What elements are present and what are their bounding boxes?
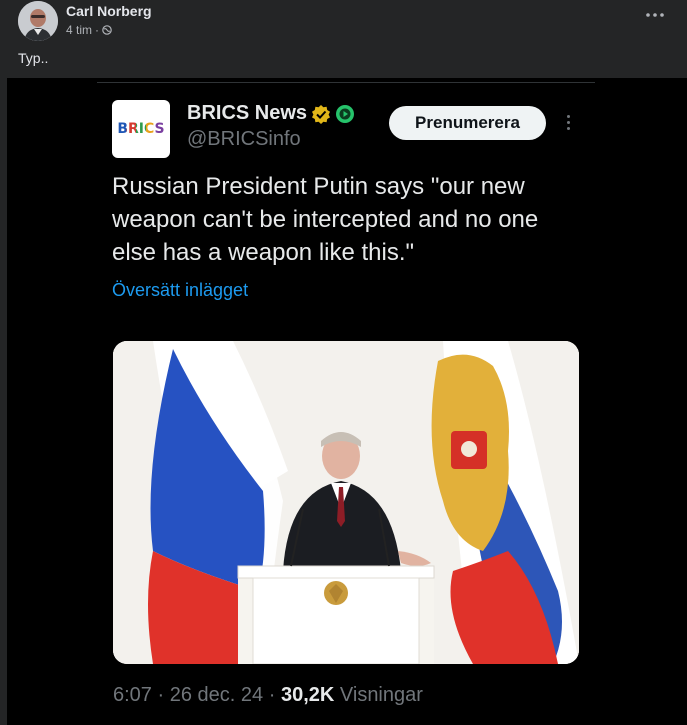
post-header: Carl Norberg 4 tim · Typ..: [0, 0, 687, 78]
footer-dot-2: ·: [268, 684, 276, 706]
more-dots-icon: [646, 13, 664, 17]
tweet-text: Russian President Putin says "our new we…: [112, 173, 539, 266]
tweet-photo: [113, 341, 579, 664]
tweet-date: 26 dec. 24: [169, 684, 264, 706]
footer-dot-1: ·: [157, 684, 165, 706]
author-avatar[interactable]: [18, 1, 58, 41]
account-name-text: BRICS News: [187, 102, 308, 124]
brics-logo: BRICS: [112, 100, 170, 158]
post-time[interactable]: 4 tim: [66, 23, 92, 37]
tweet-account-name: BRICS News: [187, 102, 355, 125]
post-caption: Typ..: [18, 50, 49, 66]
post-meta: 4 tim ·: [66, 23, 112, 37]
putin-podium-photo: [113, 341, 579, 664]
avatar-photo: [18, 1, 58, 41]
post-options-button[interactable]: [643, 6, 667, 24]
globe-icon: [102, 25, 112, 35]
affiliate-badge-icon: [336, 104, 355, 123]
author-name[interactable]: Carl Norberg: [66, 3, 152, 19]
verified-badge-icon: [312, 104, 331, 124]
brics-logo-text: BRICS: [117, 121, 165, 137]
views-count: 30,2K: [280, 684, 335, 706]
tweet-footer: 6:07 · 26 dec. 24 · 30,2K Visningar: [113, 684, 423, 707]
meta-separator: ·: [95, 23, 100, 37]
tweet-divider: [97, 82, 595, 83]
tweet-handle: @BRICSinfo: [187, 128, 301, 150]
tweet-time: 6:07: [113, 684, 152, 706]
tweet-more-icon: [562, 112, 574, 134]
facebook-post: Carl Norberg 4 tim · Typ.. BRICS BRICS N…: [0, 0, 687, 725]
translate-post-link: Översätt inlägget: [112, 280, 249, 300]
subscribe-button: Prenumerera: [389, 106, 546, 140]
views-label: Visningar: [339, 684, 423, 706]
